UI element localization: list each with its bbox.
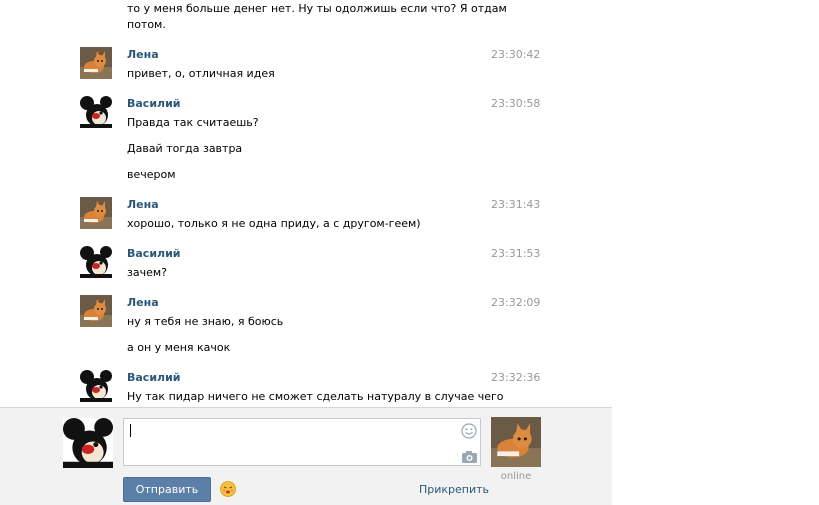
- avatar[interactable]: [80, 370, 112, 402]
- message-text: вечером: [127, 168, 176, 181]
- message-text: хорошо, только я не одна приду, а с друг…: [127, 217, 421, 230]
- message-time: 23:31:53: [491, 247, 541, 260]
- partner-avatar[interactable]: [491, 417, 541, 467]
- attach-link[interactable]: Прикрепить: [419, 483, 489, 496]
- cat-avatar-image: [80, 197, 112, 229]
- message-time: 23:31:43: [491, 198, 541, 211]
- mouse-avatar-image: [80, 96, 112, 128]
- message-time: 23:32:36: [491, 371, 541, 384]
- mouse-avatar-image: [80, 370, 112, 402]
- author-name[interactable]: Василий: [127, 371, 181, 384]
- cat-avatar-image: [80, 47, 112, 79]
- emoji-icon[interactable]: [220, 481, 236, 497]
- message-text: Давай тогда завтра: [127, 142, 243, 155]
- author-name[interactable]: Лена: [127, 48, 159, 61]
- avatar[interactable]: [80, 295, 112, 327]
- message-time: 23:30:42: [491, 48, 541, 61]
- message-text: а он у меня качок: [127, 341, 231, 354]
- cat-avatar-image: [491, 417, 541, 467]
- message-text: привет, о, отличная идея: [127, 67, 275, 80]
- message-text: Ну так пидар ничего не сможет сделать на…: [127, 390, 504, 403]
- message-time: 23:30:58: [491, 97, 541, 110]
- cat-avatar-image: [80, 295, 112, 327]
- message-text: то у меня больше денег нет. Ну ты одолжи…: [127, 2, 507, 15]
- text-cursor: [130, 424, 131, 437]
- online-status: online: [500, 471, 532, 482]
- mouse-avatar-image: [63, 418, 113, 468]
- avatar[interactable]: [80, 197, 112, 229]
- author-name[interactable]: Василий: [127, 97, 181, 110]
- mouse-avatar-image: [80, 246, 112, 278]
- avatar[interactable]: [80, 96, 112, 128]
- author-name[interactable]: Лена: [127, 198, 159, 211]
- send-button[interactable]: Отправить: [123, 477, 211, 502]
- avatar[interactable]: [80, 246, 112, 278]
- message-text: потом.: [127, 18, 166, 31]
- message-time: 23:32:09: [491, 296, 541, 309]
- message-text: ну я тебя не знаю, я боюсь: [127, 315, 284, 328]
- chat-history: то у меня больше денег нет. Ну ты одолжи…: [0, 0, 612, 407]
- message-text: Правда так считаешь?: [127, 116, 259, 129]
- camera-icon[interactable]: [462, 451, 477, 463]
- smile-icon[interactable]: [461, 423, 477, 439]
- author-name[interactable]: Лена: [127, 296, 159, 309]
- message-text: зачем?: [127, 266, 167, 279]
- author-name[interactable]: Василий: [127, 247, 181, 260]
- my-avatar[interactable]: [63, 418, 113, 468]
- avatar[interactable]: [80, 47, 112, 79]
- message-input[interactable]: [123, 418, 481, 466]
